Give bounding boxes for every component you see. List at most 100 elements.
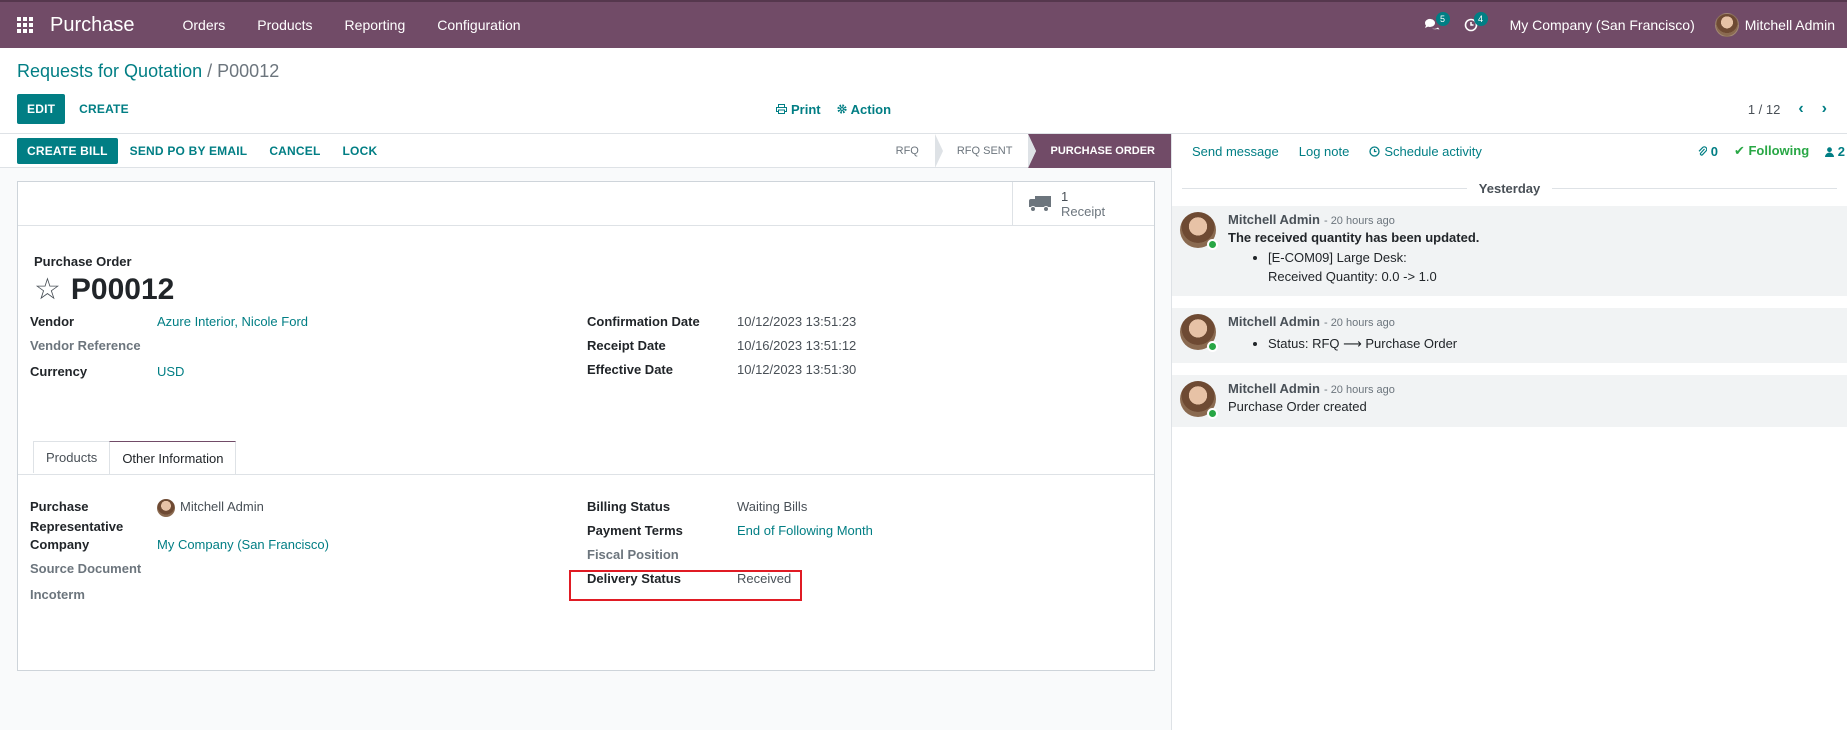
purchase-rep-field[interactable]: Mitchell Admin: [157, 499, 264, 517]
chatter-message: Mitchell Admin - 20 hours ago The receiv…: [1172, 206, 1847, 296]
following-button[interactable]: ✔ Following: [1734, 143, 1809, 159]
vendor-ref-label: Vendor Reference: [30, 338, 141, 353]
main-menu: Orders Products Reporting Configuration: [167, 2, 537, 48]
confirmation-date-field[interactable]: 10/12/2023 13:51:23: [737, 314, 856, 329]
schedule-activity-label: Schedule activity: [1384, 143, 1482, 159]
apps-menu-icon[interactable]: [0, 2, 50, 48]
author-avatar[interactable]: [1180, 314, 1218, 352]
star-icon[interactable]: ☆: [34, 275, 61, 305]
company-switcher[interactable]: My Company (San Francisco): [1490, 17, 1715, 33]
stage-rfq-sent[interactable]: RFQ SENT: [935, 134, 1037, 168]
user-name: Mitchell Admin: [1744, 17, 1835, 33]
message-author[interactable]: Mitchell Admin: [1228, 314, 1320, 329]
delivery-status-highlight: [569, 570, 802, 601]
message-item: Status: RFQ ⟶ Purchase Order: [1268, 334, 1457, 353]
print-icon: [776, 104, 787, 114]
chatter-actions: 0 ✔ Following 2: [1698, 143, 1847, 159]
log-note-button[interactable]: Log note: [1289, 144, 1360, 159]
chatter-topbar: Send message Log note Schedule activity …: [1172, 134, 1847, 168]
user-avatar: [1714, 13, 1739, 37]
author-avatar[interactable]: [1180, 381, 1218, 419]
app-brand[interactable]: Purchase: [50, 14, 135, 37]
message-text: Purchase Order created: [1228, 399, 1367, 414]
cancel-button[interactable]: CANCEL: [259, 138, 330, 164]
user-menu[interactable]: Mitchell Admin: [1714, 13, 1847, 37]
vendor-label: Vendor: [30, 314, 75, 329]
send-message-button[interactable]: Send message: [1182, 144, 1289, 159]
online-status-icon: [1207, 408, 1218, 419]
currency-label: Currency: [30, 364, 88, 379]
billing-status-label: Billing Status: [587, 499, 671, 514]
fiscal-position-label: Fiscal Position: [587, 547, 679, 562]
company-label: Company: [30, 537, 90, 552]
rep-name: Mitchell Admin: [180, 499, 264, 514]
menu-configuration[interactable]: Configuration: [421, 2, 536, 48]
message-author[interactable]: Mitchell Admin: [1228, 212, 1320, 227]
stage-purchase-order[interactable]: PURCHASE ORDER: [1028, 134, 1171, 168]
incoterm-label: Incoterm: [30, 587, 85, 602]
tab-other-information[interactable]: Other Information: [109, 441, 237, 474]
create-bill-button[interactable]: CREATE BILL: [17, 138, 118, 164]
send-po-email-button[interactable]: SEND PO BY EMAIL: [120, 138, 258, 164]
attachments-count: 0: [1710, 143, 1718, 159]
create-button[interactable]: CREATE: [69, 94, 139, 124]
print-label: Print: [791, 101, 821, 117]
menu-reporting[interactable]: Reporting: [329, 2, 422, 48]
receipt-label: Receipt: [1061, 204, 1106, 219]
status-stages: RFQ RFQ SENT PURCHASE ORDER: [896, 134, 1171, 168]
currency-field[interactable]: USD: [157, 364, 184, 379]
action-label: Action: [850, 101, 892, 117]
message-title: The received quantity has been updated.: [1228, 230, 1480, 245]
schedule-activity-button[interactable]: Schedule activity: [1359, 144, 1492, 159]
activities-systray[interactable]: 4: [1452, 2, 1490, 48]
message-author[interactable]: Mitchell Admin: [1228, 381, 1320, 396]
chatter-message: Mitchell Admin - 20 hours ago Purchase O…: [1172, 375, 1847, 427]
fiscal-position-row: Fiscal Position: [587, 547, 737, 562]
breadcrumb-parent[interactable]: Requests for Quotation: [17, 61, 202, 81]
vendor-field[interactable]: Azure Interior, Nicole Ford: [157, 314, 308, 329]
followers-button[interactable]: 2: [1825, 144, 1845, 159]
pager-value[interactable]: 1 / 12: [1748, 102, 1781, 117]
receipt-date-label: Receipt Date: [587, 338, 666, 353]
company-field[interactable]: My Company (San Francisco): [157, 537, 329, 552]
form-buttons: EDIT CREATE: [17, 94, 139, 124]
online-status-icon: [1207, 341, 1218, 352]
notebook-tabs: Products Other Information: [33, 441, 237, 474]
pager: 1 / 12 ‹ ›: [1748, 94, 1827, 124]
billing-status-field: Waiting Bills: [737, 499, 808, 514]
action-menus: Print Action: [776, 94, 891, 124]
followers-count: 2: [1837, 143, 1845, 159]
print-menu[interactable]: Print: [776, 102, 821, 117]
messages-systray[interactable]: 5: [1412, 2, 1452, 48]
pager-next-icon[interactable]: ›: [1822, 100, 1827, 118]
action-menu[interactable]: Action: [837, 102, 891, 117]
receipt-date-field[interactable]: 10/16/2023 13:51:12: [737, 338, 856, 353]
record-name: P00012: [70, 273, 175, 306]
source-doc-label: Source Document: [30, 561, 142, 576]
effective-date-field[interactable]: 10/12/2023 13:51:30: [737, 362, 856, 377]
payment-terms-field[interactable]: End of Following Month: [737, 523, 873, 538]
tab-products[interactable]: Products: [33, 441, 111, 473]
gear-icon: [837, 104, 847, 114]
edit-button[interactable]: EDIT: [17, 94, 66, 124]
date-divider: Yesterday: [1172, 176, 1847, 200]
confirmation-date-row: Confirmation Date 10/12/2023 13:51:23: [587, 314, 856, 329]
attachments-button[interactable]: 0: [1698, 144, 1718, 159]
pager-previous-icon[interactable]: ‹: [1798, 100, 1803, 118]
user-icon: [1825, 146, 1835, 157]
effective-date-row: Effective Date 10/12/2023 13:51:30: [587, 362, 856, 377]
stage-rfq[interactable]: RFQ: [896, 134, 944, 168]
form-view: CREATE BILL SEND PO BY EMAIL CANCEL LOCK…: [0, 134, 1172, 730]
title-block: Purchase Order ☆ P00012: [34, 254, 174, 307]
tab-divider: [18, 474, 1154, 475]
statusbar-buttons: CREATE BILL SEND PO BY EMAIL CANCEL LOCK: [17, 138, 387, 164]
menu-orders[interactable]: Orders: [167, 2, 242, 48]
message-date: - 20 hours ago: [1323, 215, 1395, 227]
receipt-smart-button[interactable]: 1 Receipt: [1012, 182, 1154, 226]
author-avatar[interactable]: [1180, 212, 1218, 250]
systray: 5 4 My Company (San Francisco) Mitchell …: [1412, 2, 1847, 48]
effective-date-label: Effective Date: [587, 362, 673, 377]
lock-button[interactable]: LOCK: [333, 138, 388, 164]
message-date: - 20 hours ago: [1323, 317, 1395, 329]
menu-products[interactable]: Products: [241, 2, 328, 48]
